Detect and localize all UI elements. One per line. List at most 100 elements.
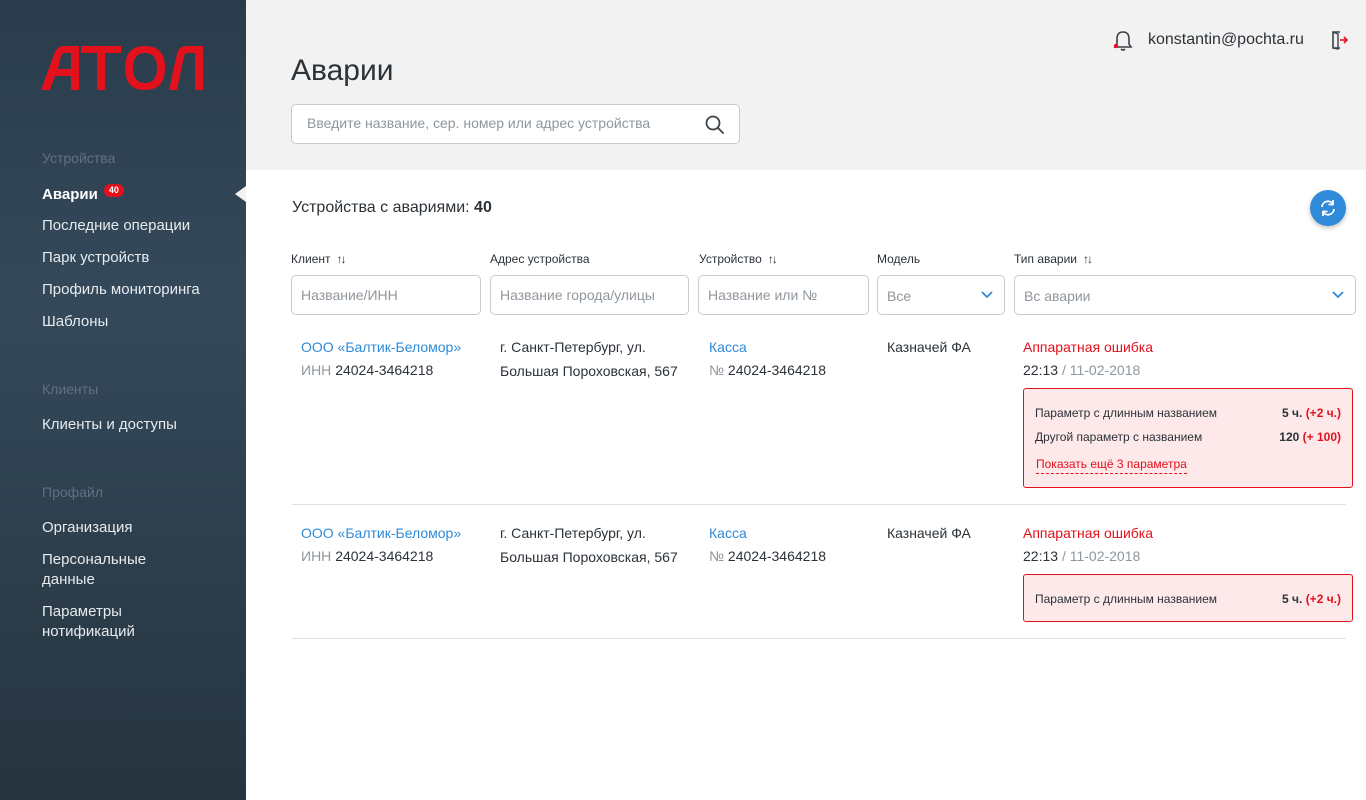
logout-icon[interactable]	[1331, 30, 1349, 50]
param-value-delta: (+ 100)	[1302, 430, 1341, 444]
sidebar-item-organization[interactable]: Организация	[42, 518, 222, 538]
search-box	[291, 104, 740, 144]
sidebar-item-recent-operations[interactable]: Последние операции	[42, 216, 222, 236]
param-value-main: 5 ч.	[1282, 406, 1303, 420]
alarm-params-box: Параметр с длинным названием 5 ч. (+2 ч.…	[1023, 574, 1353, 622]
alarm-timestamp: 22:13 / 11-02-2018	[1023, 545, 1140, 568]
param-name: Параметр с длинным названием	[1035, 592, 1218, 606]
bell-icon[interactable]	[1113, 30, 1133, 52]
column-header-model: Модель	[877, 252, 921, 266]
device-number: № 24024-3464218	[709, 545, 826, 568]
atol-logo[interactable]	[41, 44, 203, 94]
device-no-label: №	[709, 362, 725, 378]
param-value-main: 5 ч.	[1282, 592, 1303, 606]
column-header-alarm-type[interactable]: Тип аварии ↑↓	[1014, 252, 1093, 266]
column-label: Устройство	[699, 252, 762, 266]
alarm-time: 22:13	[1023, 362, 1059, 378]
model-select[interactable]: Все	[877, 275, 1005, 315]
sort-icon[interactable]: ↑↓	[768, 252, 778, 266]
refresh-button[interactable]	[1310, 190, 1346, 226]
devices-count-label: Устройства с авариями:	[292, 199, 470, 216]
param-value: 120 (+ 100)	[1279, 430, 1341, 444]
column-header-client[interactable]: Клиент ↑↓	[291, 252, 347, 266]
alarm-timestamp: 22:13 / 11-02-2018	[1023, 359, 1140, 382]
device-model: Казначей ФА	[887, 339, 971, 355]
inn-value: 24024-3464218	[335, 362, 434, 378]
column-label: Тип аварии	[1014, 252, 1078, 266]
alarm-date: / 11-02-2018	[1061, 362, 1141, 378]
address-line-2: Большая Пороховская, 567	[500, 549, 678, 565]
device-no-label: №	[709, 548, 725, 564]
devices-count-value: 40	[474, 199, 492, 216]
user-email[interactable]: konstantin@pochta.ru	[1148, 31, 1304, 49]
table-row[interactable]: ООО «Балтик-Беломор» ИНН 24024-3464218 г…	[292, 336, 1353, 505]
sort-icon[interactable]: ↑↓	[337, 252, 347, 266]
param-value: 5 ч. (+2 ч.)	[1282, 592, 1341, 606]
alarm-date: / 11-02-2018	[1061, 548, 1141, 564]
alarm-params-box: Параметр с длинным названием 5 ч. (+2 ч.…	[1023, 388, 1353, 488]
param-name: Другой параметр с названием	[1035, 430, 1203, 444]
column-label: Клиент	[291, 252, 331, 266]
sort-icon[interactable]: ↑↓	[1083, 252, 1093, 266]
param-value: 5 ч. (+2 ч.)	[1282, 406, 1341, 420]
client-inn: ИНН 24024-3464218	[301, 545, 433, 568]
refresh-icon	[1321, 200, 1335, 216]
sidebar-item-alarms[interactable]: Аварии 40	[42, 184, 222, 205]
page-title: Аварии	[291, 54, 394, 87]
sidebar-item-device-park[interactable]: Парк устройств	[42, 248, 222, 268]
address-line-1: г. Санкт-Петербург, ул.	[500, 339, 646, 355]
search-icon[interactable]	[705, 115, 725, 135]
client-filter-input[interactable]	[301, 287, 461, 303]
device-no-value: 24024-3464218	[727, 548, 827, 564]
device-filter	[698, 275, 869, 315]
table-row[interactable]: ООО «Балтик-Беломор» ИНН 24024-3464218 г…	[292, 522, 1353, 639]
address-line-2: Большая Пороховская, 567	[500, 363, 678, 379]
sidebar: Устройства Аварии 40 Последние операции П…	[0, 0, 246, 800]
param-value-main: 120	[1279, 430, 1300, 444]
inn-value: 24024-3464218	[335, 548, 434, 564]
param-value-delta: (+2 ч.)	[1305, 406, 1341, 420]
param-name: Параметр с длинным названием	[1035, 406, 1218, 420]
sidebar-item-personal-data[interactable]: Персональные данные	[42, 550, 172, 590]
client-name-link[interactable]: ООО «Балтик-Беломор»	[301, 336, 461, 359]
search-input[interactable]	[307, 115, 687, 131]
sidebar-item-notification-params[interactable]: Параметры нотификаций	[42, 602, 172, 642]
alarm-type: Аппаратная ошибка	[1023, 525, 1154, 541]
address-filter	[490, 275, 689, 315]
alarm-type-select-value: Вс аварии	[1024, 288, 1091, 304]
client-name-link[interactable]: ООО «Балтик-Беломор»	[301, 522, 461, 545]
sidebar-item-templates[interactable]: Шаблоны	[42, 312, 222, 332]
inn-label: ИНН	[301, 362, 332, 378]
device-model: Казначей ФА	[887, 525, 971, 541]
sidebar-item-clients-access[interactable]: Клиенты и доступы	[42, 415, 222, 435]
param-value-delta: (+2 ч.)	[1305, 592, 1341, 606]
device-filter-input[interactable]	[708, 287, 852, 303]
inn-label: ИНН	[301, 548, 332, 564]
alarm-type-select[interactable]: Вс аварии	[1014, 275, 1356, 315]
column-header-device[interactable]: Устройство ↑↓	[699, 252, 778, 266]
show-more-params-link[interactable]: Показать ещё 3 параметра	[1036, 457, 1187, 474]
client-inn: ИНН 24024-3464218	[301, 359, 433, 382]
page-header: Аварии konstantin@pochta.ru	[246, 0, 1366, 170]
device-number: № 24024-3464218	[709, 359, 826, 382]
device-no-value: 24024-3464218	[727, 362, 827, 378]
devices-count: Устройства с авариями: 40	[292, 199, 492, 217]
model-select-value: Все	[887, 288, 912, 304]
alarm-type: Аппаратная ошибка	[1023, 339, 1154, 355]
address-line-1: г. Санкт-Петербург, ул.	[500, 525, 646, 541]
nav-section-devices: Устройства	[42, 150, 116, 166]
address-filter-input[interactable]	[500, 287, 668, 303]
alarm-time: 22:13	[1023, 548, 1059, 564]
nav-section-profile: Профайл	[42, 484, 103, 500]
device-name-link[interactable]: Касса	[709, 522, 747, 545]
sidebar-item-label: Аварии	[42, 186, 98, 203]
device-name-link[interactable]: Касса	[709, 336, 747, 359]
client-filter	[291, 275, 481, 315]
chevron-down-icon	[981, 291, 993, 299]
column-header-address: Адрес устройства	[490, 252, 590, 266]
sidebar-item-monitoring-profile[interactable]: Профиль мониторинга	[42, 280, 222, 300]
active-indicator	[235, 186, 246, 202]
alarm-count-badge: 40	[103, 184, 124, 197]
chevron-down-icon	[1332, 291, 1344, 299]
nav-section-clients: Клиенты	[42, 381, 99, 397]
